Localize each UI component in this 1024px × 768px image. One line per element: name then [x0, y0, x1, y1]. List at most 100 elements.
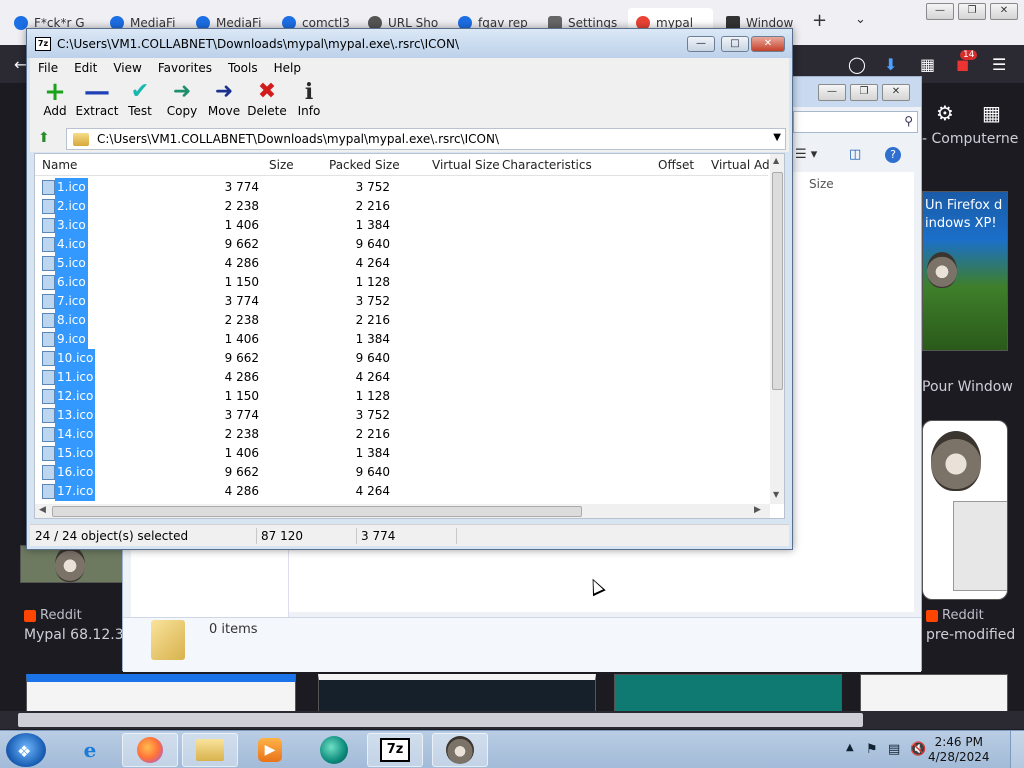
- column-name[interactable]: Name: [42, 158, 77, 172]
- file-row[interactable]: 8.ico 2 238 2 216: [35, 311, 768, 330]
- test-button[interactable]: ✔ Test: [117, 80, 163, 124]
- menu-file[interactable]: File: [30, 61, 66, 75]
- file-list[interactable]: Name Size Packed Size Virtual Size Chara…: [34, 153, 785, 519]
- sevenzip-close-button[interactable]: ✕: [751, 36, 785, 52]
- media-player-icon[interactable]: ▶: [242, 733, 298, 767]
- file-row[interactable]: 5.ico 4 286 4 264: [35, 254, 768, 273]
- scroll-right-arrow-icon[interactable]: ▶: [754, 505, 761, 515]
- file-row[interactable]: 11.ico 4 286 4 264: [35, 368, 768, 387]
- raccoon-app-icon[interactable]: [432, 733, 488, 767]
- 7zip-icon[interactable]: 7z: [367, 733, 423, 767]
- menu-view[interactable]: View: [105, 61, 149, 75]
- file-row[interactable]: 17.ico 4 286 4 264: [35, 482, 768, 501]
- move-button[interactable]: ➜ Move: [201, 80, 247, 124]
- scroll-down-arrow-icon[interactable]: ▼: [773, 490, 779, 499]
- new-tab-plus-icon[interactable]: +: [812, 10, 827, 31]
- address-dropdown-icon[interactable]: ▼: [773, 132, 781, 143]
- explorer-minimize-button[interactable]: —: [818, 84, 846, 101]
- copy-button[interactable]: ➜ Copy: [159, 80, 205, 124]
- address-input[interactable]: C:\Users\VM1.COLLABNET\Downloads\mypal\m…: [66, 128, 786, 150]
- scrollbar-thumb[interactable]: [18, 713, 863, 727]
- explorer-close-button[interactable]: ✕: [882, 84, 910, 101]
- file-row[interactable]: 15.ico 1 406 1 384: [35, 444, 768, 463]
- column-characteristics[interactable]: Characteristics: [502, 158, 592, 172]
- minimize-button[interactable]: —: [926, 3, 954, 20]
- file-row[interactable]: 2.ico 2 238 2 216: [35, 197, 768, 216]
- view-options-icon[interactable]: ☰ ▾: [795, 147, 817, 162]
- folder-up-icon[interactable]: ⬆: [38, 130, 54, 146]
- video-thumbnail-2[interactable]: [318, 674, 596, 712]
- file-row[interactable]: 6.ico 1 150 1 128: [35, 273, 768, 292]
- mypal-icon[interactable]: [306, 733, 362, 767]
- article-thumbnail[interactable]: Un Firefox d indows XP!: [922, 191, 1008, 351]
- menu-edit[interactable]: Edit: [66, 61, 105, 75]
- file-row[interactable]: 16.ico 9 662 9 640: [35, 463, 768, 482]
- info-button[interactable]: i Info: [286, 80, 332, 124]
- menu-tools[interactable]: Tools: [220, 61, 266, 75]
- file-row[interactable]: 13.ico 3 774 3 752: [35, 406, 768, 425]
- action-center-flag-icon[interactable]: ⚑: [866, 742, 878, 757]
- sevenzip-maximize-button[interactable]: □: [721, 36, 749, 52]
- tray-expand-icon[interactable]: ▲: [846, 742, 854, 753]
- file-row[interactable]: 14.ico 2 238 2 216: [35, 425, 768, 444]
- vertical-scrollbar[interactable]: ▲ ▼: [770, 154, 784, 504]
- delete-button[interactable]: ✖ Delete: [244, 80, 290, 124]
- file-row[interactable]: 10.ico 9 662 9 640: [35, 349, 768, 368]
- video-thumbnail-1[interactable]: [26, 674, 296, 712]
- video-thumbnail-3[interactable]: [614, 674, 842, 712]
- column-size[interactable]: Size: [269, 158, 294, 172]
- horizontal-scrollbar[interactable]: ◀ ▶: [35, 504, 770, 518]
- firefox-icon[interactable]: [122, 733, 178, 767]
- preview-pane-icon[interactable]: ◫: [849, 147, 861, 162]
- start-button[interactable]: ❖: [6, 733, 46, 767]
- file-row[interactable]: 9.ico 1 406 1 384: [35, 330, 768, 349]
- ie-icon[interactable]: e: [62, 733, 118, 767]
- page-horizontal-scrollbar[interactable]: [0, 711, 1024, 729]
- volume-muted-icon[interactable]: 🔇: [910, 742, 926, 757]
- column-packed-size[interactable]: Packed Size: [329, 158, 400, 172]
- scroll-up-arrow-icon[interactable]: ▲: [773, 156, 779, 165]
- pocket-icon[interactable]: ◯: [848, 55, 866, 74]
- menu-favorites[interactable]: Favorites: [150, 61, 220, 75]
- file-row[interactable]: 3.ico 1 406 1 384: [35, 216, 768, 235]
- reddit-left-title[interactable]: Mypal 68.12.3/i: [24, 627, 132, 643]
- download-icon[interactable]: ⬇: [884, 55, 897, 74]
- file-row[interactable]: 4.ico 9 662 9 640: [35, 235, 768, 254]
- scroll-left-arrow-icon[interactable]: ◀: [39, 505, 46, 515]
- article-thumbnail-2[interactable]: [922, 420, 1008, 600]
- extract-button[interactable]: — Extract: [74, 79, 120, 124]
- scrollbar-thumb[interactable]: [772, 172, 783, 390]
- show-desktop-button[interactable]: [1010, 731, 1024, 768]
- sevenzip-minimize-button[interactable]: —: [687, 36, 715, 52]
- file-row[interactable]: 1.ico 3 774 3 752: [35, 178, 768, 197]
- explorer-maximize-button[interactable]: ❐: [850, 84, 878, 101]
- apps-grid-icon[interactable]: ▦: [982, 101, 1001, 125]
- scrollbar-thumb[interactable]: [52, 506, 582, 517]
- hamburger-menu-icon[interactable]: ☰: [992, 55, 1006, 74]
- add-button[interactable]: + Add: [32, 79, 78, 124]
- explorer-nav-pane[interactable]: [131, 547, 289, 617]
- video-thumbnail-4[interactable]: [860, 674, 1008, 712]
- close-button[interactable]: ✕: [990, 3, 1018, 20]
- extensions-icon[interactable]: ▦: [920, 55, 935, 74]
- tab-list-chevron-icon[interactable]: ⌄: [855, 12, 866, 27]
- settings-gear-icon[interactable]: ⚙: [936, 101, 954, 125]
- network-icon[interactable]: ▤: [888, 742, 900, 757]
- thumb-heading-2: indows XP!: [925, 216, 997, 231]
- explorer-folder-icon[interactable]: [182, 733, 238, 767]
- sevenzip-title-bar[interactable]: 7z C:\Users\VM1.COLLABNET\Downloads\mypa…: [27, 29, 792, 58]
- explorer-search-input[interactable]: ⚲: [793, 111, 918, 133]
- clock[interactable]: 2:46 PM 4/28/2024: [928, 735, 990, 765]
- maximize-button[interactable]: ❐: [958, 3, 986, 20]
- help-icon[interactable]: ?: [885, 147, 901, 163]
- explorer-column-size[interactable]: Size: [809, 177, 834, 191]
- file-row[interactable]: 7.ico 3 774 3 752: [35, 292, 768, 311]
- reddit-right-title[interactable]: pre-modified: [926, 627, 1015, 643]
- file-row[interactable]: 12.ico 1 150 1 128: [35, 387, 768, 406]
- column-offset[interactable]: Offset: [658, 158, 694, 172]
- column-virtual-address[interactable]: Virtual Adc: [711, 158, 776, 172]
- thumb-heading-1: Un Firefox d: [925, 198, 1003, 213]
- column-virtual-size[interactable]: Virtual Size: [432, 158, 500, 172]
- reddit-thumbnail[interactable]: [20, 545, 123, 583]
- menu-help[interactable]: Help: [266, 61, 309, 75]
